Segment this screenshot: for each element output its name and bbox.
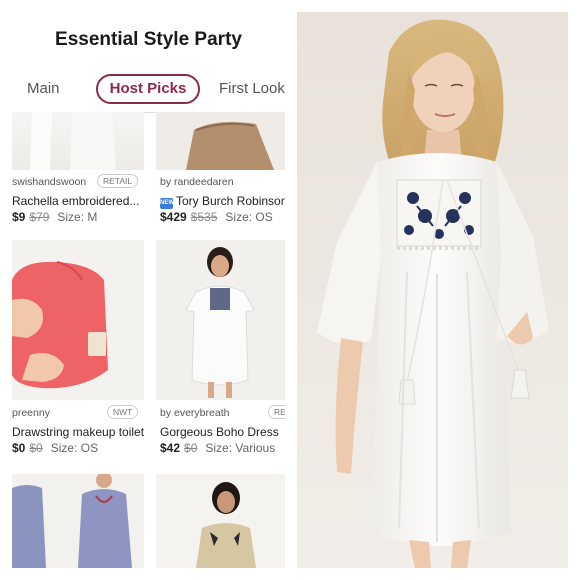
listing-price: $9 [12,210,26,224]
listing-price: $429 [160,210,187,224]
listing-title-row[interactable]: NEW Tory Burch Robinson [160,194,285,209]
listing-thumbnail[interactable] [156,240,285,400]
listing-size: Size: Various [205,441,276,455]
page-title: Essential Style Party [55,29,242,50]
listing-price-row: $9 $79 Size: M [12,210,97,224]
listing-image [12,474,144,568]
listing-card[interactable]: by everybreath RE Gorgeous Boho Dress $4… [156,240,285,465]
listing-tag: RE [268,405,285,419]
listing-price: $0 [12,441,26,455]
listing-title[interactable]: Gorgeous Boho Dress [160,425,279,439]
listing-price-row: $0 $0 Size: OS [12,441,98,455]
listing-card[interactable]: preenny NWT Drawstring makeup toilet... … [12,240,144,465]
listing-original-price: $535 [190,210,218,224]
product-photo [297,12,568,568]
model-in-white-boho-dress-image [297,12,568,568]
listing-thumbnail[interactable] [156,474,285,568]
new-badge-icon: NEW [160,198,174,209]
listing-seller[interactable]: by everybreath [160,407,229,419]
listing-thumbnail[interactable] [156,112,285,170]
listing-seller[interactable]: by randeedaren [160,176,234,188]
listing-price-row: $429 $535 Size: OS [160,210,273,224]
listing-image [156,112,285,170]
listing-title[interactable]: Drawstring makeup toilet... [12,425,144,439]
listing-price-row: $42 $0 Size: Various [160,441,275,455]
listing-card[interactable] [156,474,285,568]
listing-card[interactable]: by randeedaren NEW Tory Burch Robinson $4… [156,112,285,237]
listing-original-price: $0 [29,441,43,455]
tab-first-look[interactable]: First Look [219,74,285,104]
tab-host-picks[interactable]: Host Picks [96,74,200,104]
listing-card[interactable]: swishandswoon RETAIL Rachella embroidere… [12,112,144,237]
tab-main[interactable]: Main [27,74,60,104]
listing-card[interactable] [12,474,144,568]
listing-tag: NWT [107,405,139,419]
listing-seller[interactable]: swishandswoon [12,176,86,188]
listing-thumbnail[interactable] [12,240,144,400]
listing-seller[interactable]: preenny [12,407,50,419]
listing-image [156,240,285,400]
listing-price: $42 [160,441,181,455]
listing-original-price: $0 [184,441,198,455]
listing-size: Size: OS [50,441,99,455]
listing-image [156,474,285,568]
listing-image [12,240,144,400]
listing-thumbnail[interactable] [12,112,144,170]
listing-size: Size: OS [225,210,273,224]
listing-original-price: $79 [29,210,50,224]
app-screenshot-panel: Essential Style Party Main Host Picks Fi… [12,12,285,568]
listing-tag: RETAIL [97,174,139,188]
listing-image [30,112,116,170]
listing-title: Tory Burch Robinson [176,194,285,208]
listing-title[interactable]: Rachella embroidered... [12,194,139,208]
listing-thumbnail[interactable] [12,474,144,568]
listing-size: Size: M [57,210,98,224]
